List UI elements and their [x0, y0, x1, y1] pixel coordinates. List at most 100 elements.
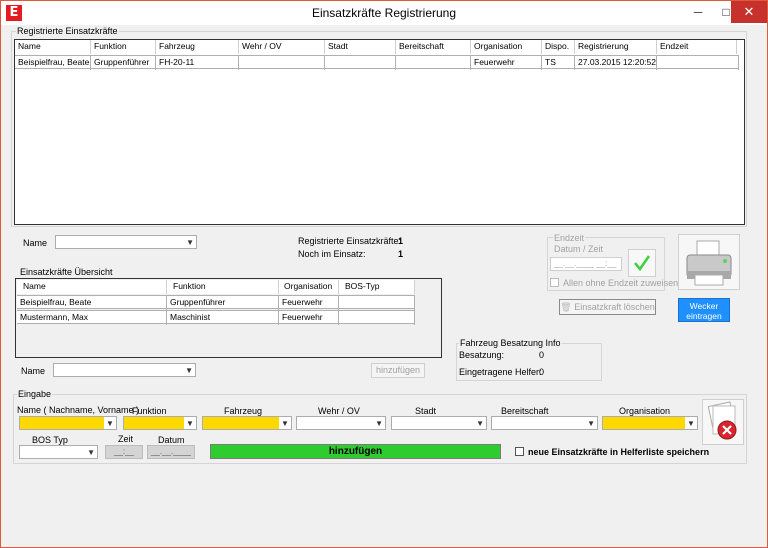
trash-icon: 🗑 [560, 302, 572, 312]
clear-input-button[interactable] [702, 399, 744, 445]
endzeit-datetime-input[interactable]: __.__.____ __:__ [550, 257, 622, 271]
in-action-label: Noch im Einsatz: [298, 249, 366, 259]
table-cell: Feuerwehr [279, 311, 339, 325]
table-row[interactable]: Beispielfrau, Beate Gruppenführer Feuerw… [17, 295, 415, 310]
overview-grid[interactable]: Name Funktion Organisation BOS-Typ Beisp… [17, 280, 415, 326]
add-name-combo[interactable]: ▼ [53, 363, 196, 377]
column-header[interactable]: Name [17, 280, 167, 294]
table-cell [339, 296, 415, 310]
add-name-label: Name [21, 366, 46, 376]
chevron-down-icon[interactable]: ▼ [185, 364, 193, 377]
registered-group-label: Registrierte Einsatzkräfte [16, 26, 119, 36]
overview-grid-header: Name Funktion Organisation BOS-Typ [17, 280, 415, 294]
registered-count-value: 1 [398, 236, 404, 246]
input-group-label: Eingabe [17, 389, 53, 399]
column-header[interactable]: Funktion [91, 40, 156, 54]
assign-all-label: Allen ohne Endzeit zuweisen [563, 278, 679, 288]
main-window: E Einsatzkräfte Registrierung ─ □ ✕ Regi… [0, 0, 768, 548]
input-zeit-label: Zeit [118, 434, 134, 444]
delete-member-label: Einsatzkraft löschen [574, 302, 655, 312]
printer-icon [686, 240, 732, 286]
chevron-down-icon[interactable]: ▼ [87, 446, 95, 459]
input-vehicle-label: Fahrzeug [224, 406, 263, 416]
input-function-combo[interactable]: ▼ [123, 416, 197, 430]
input-bos-combo[interactable]: ▼ [19, 445, 98, 459]
input-datum-label: Datum [158, 435, 185, 445]
filter-name-combo[interactable]: ▼ [55, 235, 197, 249]
column-header[interactable]: Fahrzeug [156, 40, 239, 54]
table-cell: Mustermann, Max [17, 311, 167, 325]
save-helpers-label: neue Einsatzkräfte in Helferliste speich… [528, 447, 710, 457]
column-header[interactable]: Registrierung [575, 40, 657, 54]
chevron-down-icon[interactable]: ▼ [685, 417, 697, 429]
table-cell: Maschinist [167, 311, 279, 325]
input-stadt-combo[interactable]: ▼ [391, 416, 487, 430]
crew-value: 0 [539, 350, 545, 360]
delete-member-button[interactable]: 🗑 Einsatzkraft löschen [559, 299, 656, 315]
delete-form-icon [707, 401, 737, 440]
chevron-down-icon[interactable]: ▼ [476, 417, 484, 430]
chevron-down-icon[interactable]: ▼ [279, 417, 291, 429]
chevron-down-icon[interactable]: ▼ [375, 417, 383, 430]
input-date-field[interactable]: __.__.____ [147, 445, 195, 459]
input-bereitschaft-combo[interactable]: ▼ [491, 416, 598, 430]
column-header[interactable]: Wehr / OV [239, 40, 325, 54]
registered-grid-header: Name Funktion Fahrzeug Wehr / OV Stadt B… [15, 40, 744, 54]
column-header[interactable]: Organisation [471, 40, 542, 54]
input-vehicle-combo[interactable]: ▼ [202, 416, 292, 430]
table-cell [657, 56, 739, 70]
table-cell [396, 56, 471, 70]
table-row[interactable]: Beispielfrau, Beate Gruppenführer FH-20-… [15, 55, 739, 70]
vehicle-info-group-label: Fahrzeug Besatzung Info [459, 338, 562, 348]
column-header[interactable]: Dispo. [542, 40, 575, 54]
input-organisation-combo[interactable]: ▼ [602, 416, 698, 430]
add-overview-button[interactable]: hinzufügen [371, 363, 425, 378]
table-cell: Feuerwehr [279, 296, 339, 310]
registered-count-label: Registrierte Einsatzkräfte: [298, 236, 402, 246]
minimize-button[interactable]: ─ [684, 1, 712, 23]
assign-all-checkbox[interactable] [550, 278, 559, 287]
column-header[interactable]: Organisation [279, 280, 339, 294]
input-function-label: Funktion [132, 406, 167, 416]
input-wehr-combo[interactable]: ▼ [296, 416, 386, 430]
input-stadt-label: Stadt [415, 406, 437, 416]
endzeit-sub-label: Datum / Zeit [554, 244, 604, 254]
table-cell: FH-20-11 [156, 56, 239, 70]
print-button[interactable] [678, 234, 740, 290]
input-time-field[interactable]: __:__ [105, 445, 143, 459]
table-cell: TS [542, 56, 575, 70]
confirm-endzeit-button[interactable] [628, 249, 656, 277]
column-header[interactable]: Name [15, 40, 91, 54]
table-cell: Feuerwehr [471, 56, 542, 70]
input-wehr-label: Wehr / OV [318, 406, 360, 416]
column-header[interactable]: Bereitschaft [396, 40, 471, 54]
input-bos-label: BOS Typ [32, 435, 68, 445]
checkmark-icon [634, 255, 651, 272]
column-header[interactable]: Endzeit [657, 40, 737, 54]
column-header[interactable]: Stadt [325, 40, 396, 54]
chevron-down-icon[interactable]: ▼ [104, 417, 116, 429]
table-cell: 27.03.2015 12:20:52 [575, 56, 657, 70]
input-name-label: Name ( Nachname, Vorname ) [17, 405, 140, 415]
table-cell [325, 56, 396, 70]
table-row[interactable]: Mustermann, Max Maschinist Feuerwehr [17, 310, 415, 325]
chevron-down-icon[interactable]: ▼ [587, 417, 595, 430]
registered-grid[interactable]: Name Funktion Fahrzeug Wehr / OV Stadt B… [14, 39, 745, 225]
chevron-down-icon[interactable]: ▼ [184, 417, 196, 429]
endzeit-group-label: Endzeit [553, 233, 586, 243]
column-header[interactable]: Funktion [167, 280, 279, 294]
in-action-value: 1 [398, 249, 404, 259]
helpers-label: Eingetragene Helfer: [459, 367, 542, 377]
column-header[interactable]: BOS-Typ [339, 280, 415, 294]
input-name-combo[interactable]: ▼ [19, 416, 117, 430]
save-helpers-checkbox[interactable] [515, 447, 524, 456]
chevron-down-icon[interactable]: ▼ [186, 236, 194, 249]
crew-label: Besatzung: [459, 350, 505, 360]
overview-group-label: Einsatzkräfte Übersicht [19, 267, 114, 277]
title-bar[interactable]: E Einsatzkräfte Registrierung ─ □ ✕ [1, 1, 767, 25]
add-member-button[interactable]: hinzufügen [210, 444, 501, 459]
alarm-button[interactable]: Wecker eintragen [678, 298, 730, 322]
helpers-value: 0 [539, 367, 545, 377]
filter-name-label: Name [23, 238, 48, 248]
close-button[interactable]: ✕ [731, 1, 767, 23]
